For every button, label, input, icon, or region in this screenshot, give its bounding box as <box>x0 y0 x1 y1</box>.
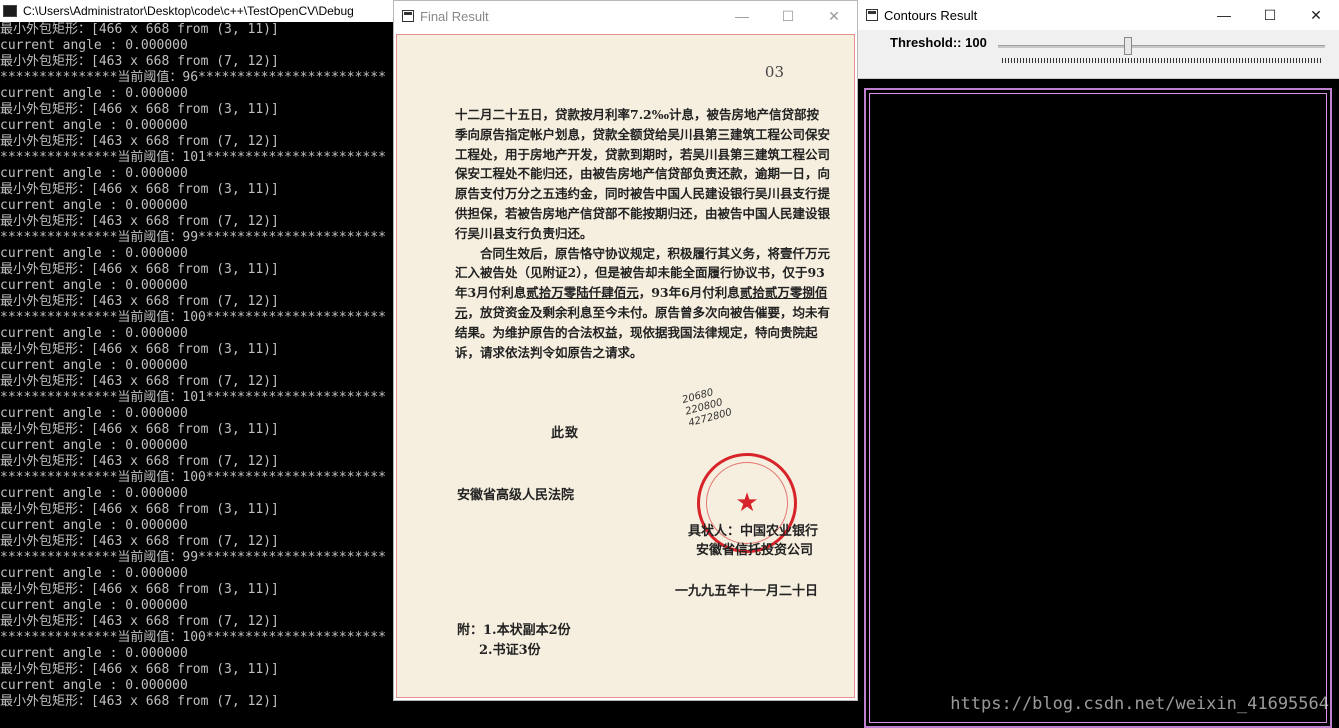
console-line: current angle : 0.000000 <box>0 646 188 661</box>
console-titlebar[interactable]: C:\Users\Administrator\Desktop\code\c++\… <box>0 0 393 22</box>
console-line: 最小外包矩形：[466 x 668 from (3, 11)] <box>0 582 279 597</box>
page-number: 03 <box>764 63 784 81</box>
console-window[interactable]: C:\Users\Administrator\Desktop\code\c++\… <box>0 0 393 724</box>
attachments: 附：1.本状副本2份 2.书证3份 <box>457 621 571 661</box>
contours-canvas <box>864 88 1332 728</box>
console-line: current angle : 0.000000 <box>0 518 188 533</box>
threshold-slider-track[interactable] <box>998 45 1325 48</box>
document-body: 十二月二十五日，贷款按月利率7.2‰计息，被告房地产信贷部按季向原告指定帐户划息… <box>455 105 831 362</box>
maximize-button[interactable]: ☐ <box>765 1 811 31</box>
contours-result-window[interactable]: Contours Result — ☐ ✕ Threshold:: 100 <box>858 0 1339 728</box>
signer-line: 安徽省信托投资公司 <box>695 543 813 558</box>
console-line: 最小外包矩形：[463 x 668 from (7, 12)] <box>0 54 279 69</box>
console-title: C:\Users\Administrator\Desktop\code\c++\… <box>23 4 354 18</box>
maximize-button[interactable]: ☐ <box>1247 0 1293 30</box>
attachment-line: 附：1.本状副本2份 <box>457 623 571 638</box>
console-line: ***************当前阈值：101*****************… <box>0 150 386 165</box>
console-line: 最小外包矩形：[463 x 668 from (7, 12)] <box>0 534 279 549</box>
console-line: ***************当前阈值：99******************… <box>0 230 386 245</box>
console-line: current angle : 0.000000 <box>0 198 188 213</box>
console-app-icon <box>3 5 17 17</box>
document-image: 03 十二月二十五日，贷款按月利率7.2‰计息，被告房地产信贷部按季向原告指定帐… <box>396 34 855 698</box>
console-output: 最小外包矩形：[466 x 668 from (3, 11)] current a… <box>0 22 393 710</box>
console-line: 最小外包矩形：[466 x 668 from (3, 11)] <box>0 182 279 197</box>
minimize-button[interactable]: — <box>719 1 765 31</box>
close-button[interactable]: ✕ <box>1293 0 1339 30</box>
seal-star-icon: ★ <box>735 488 759 518</box>
watermark: https://blog.csdn.net/weixin_41695564 <box>950 694 1329 714</box>
threshold-slider-thumb[interactable] <box>1124 37 1132 55</box>
console-line: 最小外包矩形：[463 x 668 from (7, 12)] <box>0 614 279 629</box>
console-line: current angle : 0.000000 <box>0 438 188 453</box>
paragraph-2: 合同生效后，原告恪守协议规定，积极履行其义务，将壹仟万元汇入被告处（见附证2），… <box>455 244 831 363</box>
console-line: current angle : 0.000000 <box>0 326 188 341</box>
console-line: current angle : 0.000000 <box>0 118 188 133</box>
console-line: current angle : 0.000000 <box>0 278 188 293</box>
console-line: 最小外包矩形：[463 x 668 from (7, 12)] <box>0 294 279 309</box>
final-result-titlebar[interactable]: Final Result — ☐ ✕ <box>394 1 857 31</box>
console-line: ***************当前阈值：100*****************… <box>0 310 386 325</box>
console-line: ***************当前阈值：101*****************… <box>0 390 386 405</box>
console-line: 最小外包矩形：[463 x 668 from (7, 12)] <box>0 214 279 229</box>
paragraph-1: 十二月二十五日，贷款按月利率7.2‰计息，被告房地产信贷部按季向原告指定帐户划息… <box>455 107 831 241</box>
threshold-label: Threshold:: 100 <box>890 35 987 50</box>
console-line: current angle : 0.000000 <box>0 38 188 53</box>
console-line: 最小外包矩形：[466 x 668 from (3, 11)] <box>0 22 279 37</box>
window-title: Contours Result <box>884 7 978 23</box>
document-date: 一九九五年十一月二十日 <box>674 584 818 599</box>
console-line: 最小外包矩形：[466 x 668 from (3, 11)] <box>0 262 279 277</box>
signer-line: 具状人：中国农业银行 <box>687 524 818 539</box>
console-line: 最小外包矩形：[466 x 668 from (3, 11)] <box>0 102 279 117</box>
minimize-button[interactable]: — <box>1201 0 1247 30</box>
console-line: current angle : 0.000000 <box>0 486 188 501</box>
attachment-line: 2.书证3份 <box>479 643 541 658</box>
console-line: current angle : 0.000000 <box>0 166 188 181</box>
console-line: ***************当前阈值：100*****************… <box>0 470 386 485</box>
close-button[interactable]: ✕ <box>811 1 857 31</box>
window-app-icon <box>402 10 414 22</box>
console-line: ***************当前阈值：99******************… <box>0 550 386 565</box>
console-line: 最小外包矩形：[463 x 668 from (7, 12)] <box>0 374 279 389</box>
window-title: Final Result <box>420 8 489 24</box>
window-app-icon <box>866 9 878 21</box>
underlined-amount-1: 贰拾万零陆仟肆佰元 <box>526 285 639 301</box>
console-line: current angle : 0.000000 <box>0 566 188 581</box>
console-line: 最小外包矩形：[466 x 668 from (3, 11)] <box>0 502 279 517</box>
slider-tick-marks <box>1002 58 1323 63</box>
handwritten-note: 20680 220800 4272800 <box>681 384 733 430</box>
contours-result-titlebar[interactable]: Contours Result — ☐ ✕ <box>858 0 1339 30</box>
console-line: ***************当前阈值：96******************… <box>0 70 386 85</box>
signer-block: 具状人：中国农业银行 安徽省信托投资公司 <box>688 522 818 560</box>
salutation: 此致 <box>551 426 580 441</box>
console-line: current angle : 0.000000 <box>0 358 188 373</box>
para2-text-c: ，放贷资金及剩余利息至今未付。原告曾多次向被告催要，均未有结果。为维护原告的合法… <box>455 304 831 360</box>
console-line: current angle : 0.000000 <box>0 598 188 613</box>
console-line: 最小外包矩形：[463 x 668 from (7, 12)] <box>0 454 279 469</box>
console-line: 最小外包矩形：[463 x 668 from (7, 12)] <box>0 694 279 709</box>
threshold-trackbar-panel: Threshold:: 100 <box>858 30 1339 79</box>
console-line: current angle : 0.000000 <box>0 246 188 261</box>
final-result-window[interactable]: Final Result — ☐ ✕ 03 十二月二十五日，贷款按月利率7.2‰… <box>393 0 858 701</box>
para2-text-b: ，93年6月付利息 <box>638 285 740 301</box>
console-line: ***************当前阈值：100*****************… <box>0 630 386 645</box>
recipient: 安徽省高级人民法院 <box>457 488 575 503</box>
console-line: 最小外包矩形：[466 x 668 from (3, 11)] <box>0 342 279 357</box>
console-line: 最小外包矩形：[466 x 668 from (3, 11)] <box>0 662 279 677</box>
console-line: current angle : 0.000000 <box>0 678 188 693</box>
console-line: 最小外包矩形：[466 x 668 from (3, 11)] <box>0 422 279 437</box>
console-line: current angle : 0.000000 <box>0 86 188 101</box>
console-line: 最小外包矩形：[463 x 668 from (7, 12)] <box>0 134 279 149</box>
console-line: current angle : 0.000000 <box>0 406 188 421</box>
